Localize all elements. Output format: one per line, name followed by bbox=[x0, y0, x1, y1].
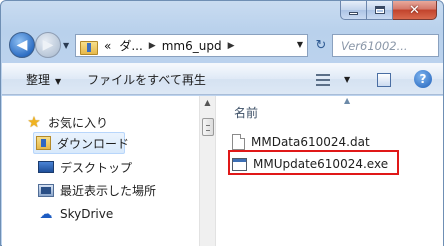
sidebar-item-label: お気に入り bbox=[48, 115, 109, 130]
forward-button[interactable]: ▶ bbox=[35, 32, 61, 58]
command-bar: 整理 ▼ ファイルをすべて再生 ▼ ? bbox=[2, 63, 443, 95]
search-input[interactable]: Ver61002... bbox=[332, 34, 439, 57]
skydrive-cloud-icon: ☁ bbox=[39, 206, 53, 222]
file-row-dat[interactable]: MMData610024.dat bbox=[232, 132, 370, 152]
organize-label: 整理 bbox=[26, 72, 51, 87]
address-bar[interactable]: « ダ... ▶ mm6_upd ▶ ▼ bbox=[75, 34, 308, 57]
address-history-dropdown[interactable]: ▼ bbox=[297, 40, 303, 49]
sidebar-item-label: ダウンロード bbox=[57, 136, 130, 151]
recent-pages-dropdown[interactable]: ▼ bbox=[63, 41, 69, 50]
sidebar-item-label: SkyDrive bbox=[60, 207, 114, 221]
navigation-scrollbar[interactable]: ▲ bbox=[199, 96, 216, 246]
folder-icon bbox=[80, 39, 98, 55]
sidebar-item-label: 最近表示した場所 bbox=[60, 183, 157, 198]
column-header-name[interactable]: 名前 bbox=[234, 104, 258, 121]
breadcrumb-separator-icon[interactable]: ▶ bbox=[228, 41, 235, 51]
star-icon: ★ bbox=[27, 112, 41, 131]
dat-file-icon bbox=[232, 134, 245, 150]
sidebar-item-desktop[interactable]: デスクトップ bbox=[38, 156, 132, 178]
sort-ascending-icon: ▲ bbox=[344, 96, 351, 105]
sidebar-item-recent-places[interactable]: 最近表示した場所 bbox=[38, 179, 156, 201]
chevron-down-icon: ▼ bbox=[55, 76, 62, 86]
view-options-dropdown[interactable]: ▼ bbox=[344, 75, 350, 84]
downloads-folder-icon bbox=[36, 135, 51, 151]
maximize-icon bbox=[374, 6, 385, 14]
preview-pane-icon[interactable] bbox=[377, 73, 391, 87]
breadcrumb-downloads[interactable]: ダ... bbox=[119, 37, 142, 54]
organize-menu[interactable]: 整理 ▼ bbox=[26, 71, 61, 88]
back-button[interactable]: ◀ bbox=[9, 32, 35, 58]
help-button[interactable]: ? bbox=[414, 70, 432, 88]
highlight-annotation-box bbox=[228, 150, 399, 175]
desktop-icon bbox=[38, 159, 54, 175]
change-view-icon[interactable] bbox=[316, 74, 330, 86]
explorer-window: ✕ ◀ ▶ ▼ « ダ... ▶ mm6_upd ▶ ▼ ↻ Ver61002.… bbox=[0, 0, 444, 246]
breadcrumb-mm6-update[interactable]: mm6_upd bbox=[162, 39, 222, 53]
back-arrow-icon: ◀ bbox=[16, 37, 28, 53]
scrollbar-thumb[interactable] bbox=[202, 118, 214, 136]
play-all-button[interactable]: ファイルをすべて再生 bbox=[87, 71, 206, 88]
scroll-up-icon[interactable]: ▲ bbox=[200, 98, 215, 112]
close-button[interactable]: ✕ bbox=[393, 1, 437, 20]
refresh-icon: ↻ bbox=[315, 38, 327, 53]
maximize-button[interactable] bbox=[367, 1, 393, 20]
breadcrumb-overflow[interactable]: « bbox=[104, 39, 111, 53]
refresh-button[interactable]: ↻ bbox=[311, 34, 331, 57]
navigation-bar: ◀ ▶ ▼ « ダ... ▶ mm6_upd ▶ ▼ ↻ Ver61002... bbox=[7, 29, 439, 59]
minimize-button[interactable] bbox=[340, 1, 367, 20]
navigation-pane: ★ お気に入り ダウンロード デスクトップ 最近表示した場所 ☁ SkyDriv… bbox=[2, 96, 199, 246]
sidebar-item-downloads[interactable]: ダウンロード bbox=[33, 132, 129, 154]
forward-arrow-icon: ▶ bbox=[42, 37, 54, 53]
minimize-icon bbox=[349, 11, 358, 15]
sidebar-item-label: デスクトップ bbox=[60, 160, 133, 175]
sidebar-item-favorites[interactable]: ★ お気に入り bbox=[26, 111, 108, 133]
sidebar-item-skydrive[interactable]: ☁ SkyDrive bbox=[38, 203, 114, 225]
search-placeholder: Ver61002... bbox=[341, 38, 408, 53]
caption-buttons: ✕ bbox=[340, 1, 437, 21]
breadcrumb-separator-icon[interactable]: ▶ bbox=[149, 41, 156, 51]
close-icon: ✕ bbox=[409, 2, 420, 18]
file-name: MMData610024.dat bbox=[251, 135, 370, 149]
recent-places-icon bbox=[38, 182, 54, 198]
